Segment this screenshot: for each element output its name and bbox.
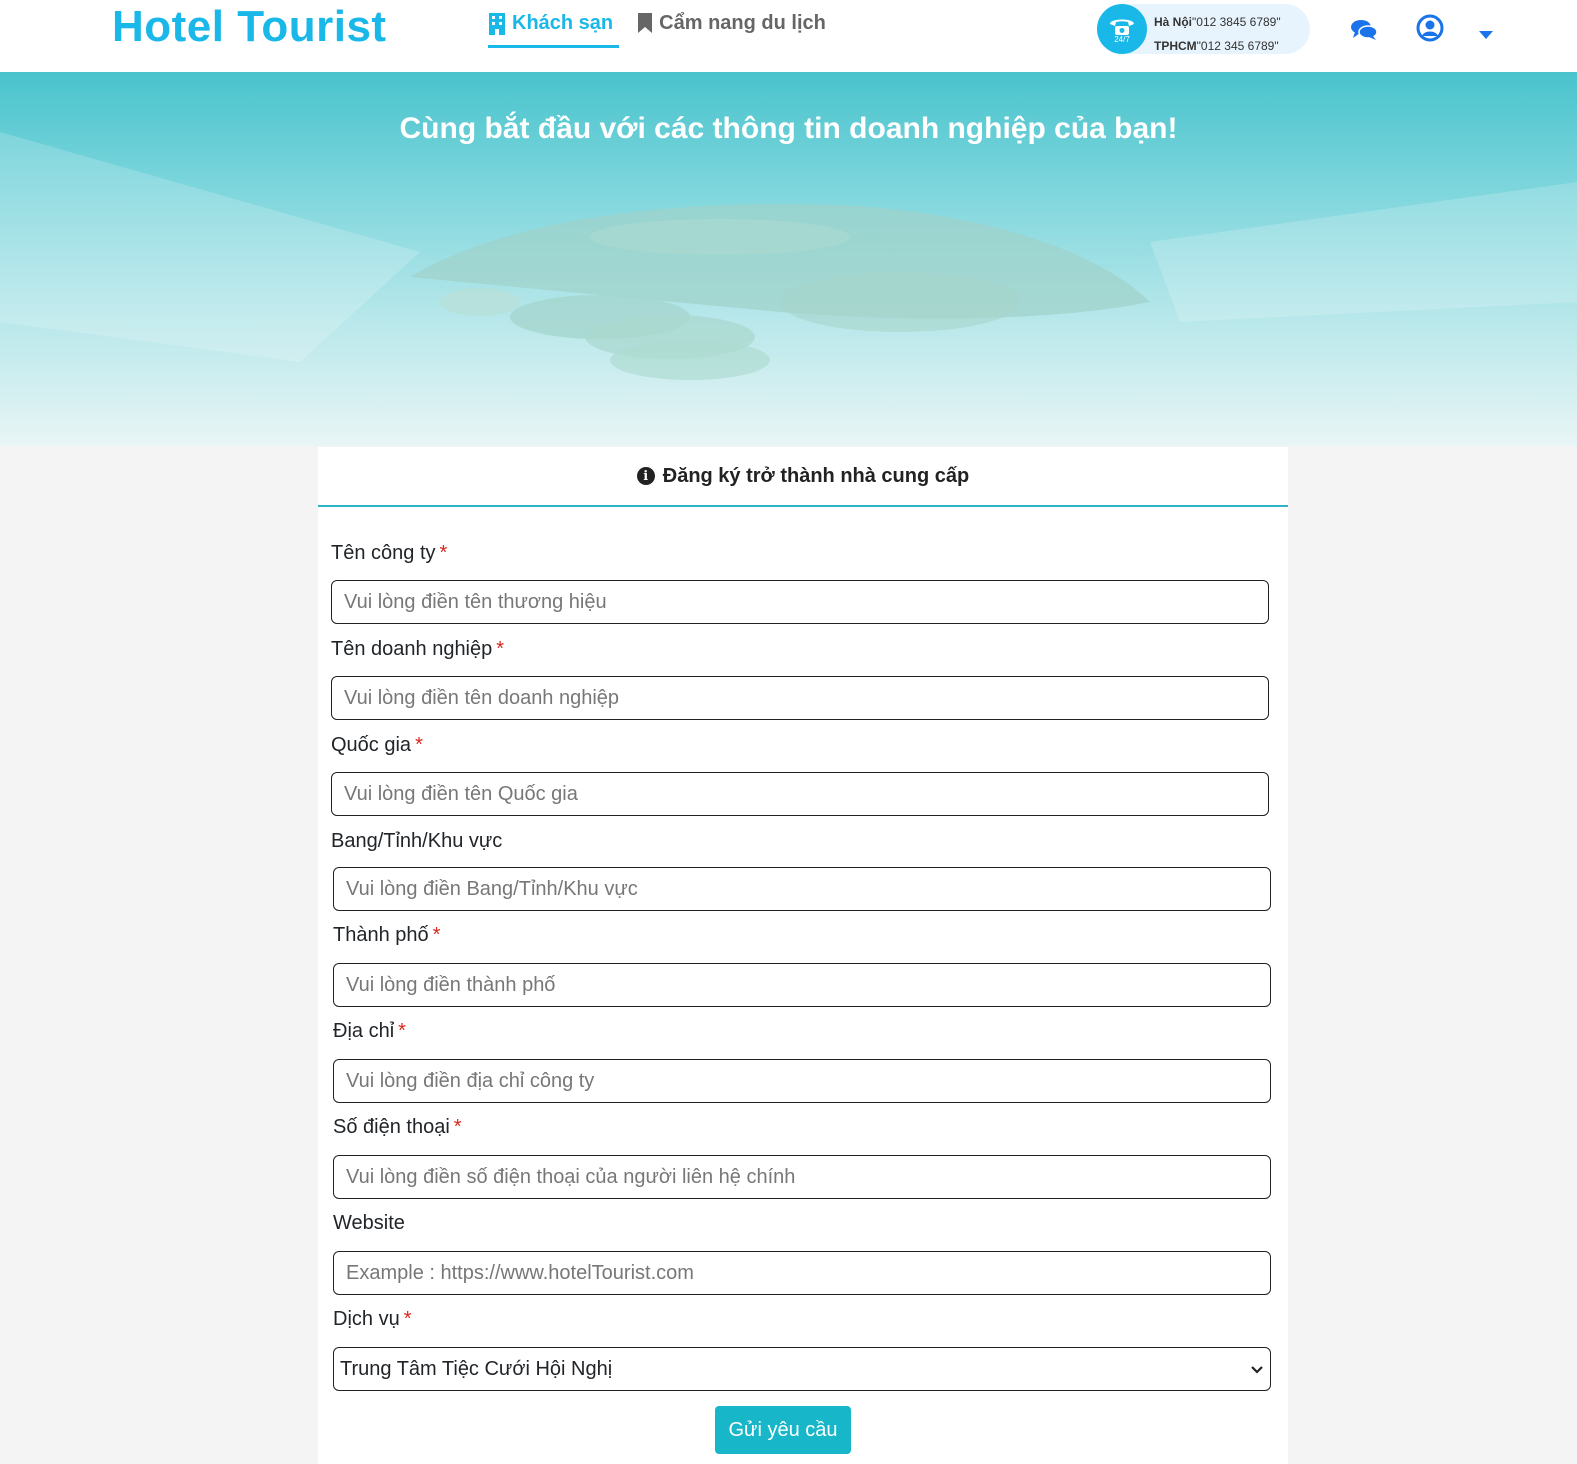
service-select[interactable]: Trung Tâm Tiệc Cưới Hội Nghị	[333, 1347, 1271, 1391]
required-mark: *	[439, 542, 448, 564]
hotline-numbers: Hà Nội"012 3845 6789" TPHCM"012 345 6789…	[1154, 10, 1281, 58]
banner-title: Cùng bắt đầu với các thông tin doanh ngh…	[399, 112, 1178, 145]
main-nav: Khách sạn Cẩm nang du lịch	[488, 0, 826, 72]
required-mark: *	[453, 1116, 462, 1138]
hero-banner: Cùng bắt đầu với các thông tin doanh ngh…	[0, 72, 1577, 446]
label-service: Dịch vụ *	[333, 1308, 412, 1331]
company-name-input[interactable]	[331, 580, 1269, 624]
form-title: Đăng ký trở thành nhà cung cấp	[662, 464, 970, 487]
label-text: Tên doanh nghiệp	[331, 638, 493, 660]
caret-down-icon[interactable]	[1478, 27, 1494, 45]
site-logo[interactable]: Hotel Tourist	[112, 2, 387, 52]
chevron-down-icon	[1250, 1358, 1264, 1381]
label-text: Tên công ty	[331, 542, 436, 564]
hotline-city-hanoi: Hà Nội	[1154, 15, 1193, 29]
label-website: Website	[333, 1212, 405, 1235]
phone-icon: 24/7	[1097, 4, 1147, 54]
service-selected-value: Trung Tâm Tiệc Cưới Hội Nghị	[340, 1357, 613, 1380]
card-header: i Đăng ký trở thành nhà cung cấp	[318, 447, 1288, 507]
required-mark: *	[403, 1308, 412, 1330]
required-mark: *	[496, 638, 505, 660]
nav-travel-guide-label: Cẩm nang du lịch	[659, 12, 826, 34]
site-header: Hotel Tourist Khách sạn Cẩm nang du lịch…	[0, 0, 1577, 72]
business-name-input[interactable]	[331, 676, 1269, 720]
label-text: Bang/Tỉnh/Khu vực	[331, 830, 503, 852]
label-country: Quốc gia *	[331, 734, 423, 757]
required-mark: *	[398, 1020, 406, 1042]
label-phone: Số điện thoại *	[333, 1116, 462, 1139]
phone-input[interactable]	[333, 1155, 1271, 1199]
hotline-city-hcm: TPHCM	[1154, 39, 1197, 53]
label-state: Bang/Tỉnh/Khu vực	[331, 830, 502, 853]
label-text: Website	[333, 1212, 405, 1234]
required-mark: *	[415, 734, 423, 756]
label-text: Thành phố	[333, 924, 429, 946]
chat-icon[interactable]	[1350, 18, 1378, 47]
hotline-box[interactable]: 24/7 Hà Nội"012 3845 6789" TPHCM"012 345…	[1097, 4, 1310, 54]
nav-travel-guide[interactable]: Cẩm nang du lịch	[637, 0, 826, 48]
label-company-name: Tên công ty *	[331, 542, 447, 565]
city-input[interactable]	[333, 963, 1271, 1007]
label-address: Địa chỉ *	[333, 1020, 406, 1043]
hotline-number-hcm: "012 345 6789"	[1196, 39, 1279, 53]
required-mark: *	[432, 924, 441, 946]
address-input[interactable]	[333, 1059, 1271, 1103]
state-input[interactable]	[333, 867, 1271, 911]
bookmark-icon	[637, 12, 653, 40]
label-text: Dịch vụ	[333, 1308, 400, 1330]
info-icon: i	[636, 467, 655, 485]
user-icon[interactable]	[1416, 14, 1444, 47]
nav-hotels[interactable]: Khách sạn	[488, 0, 620, 48]
label-text: Số điện thoại	[333, 1116, 450, 1138]
label-city: Thành phố *	[333, 924, 440, 947]
nav-hotels-label: Khách sạn	[512, 12, 614, 34]
hotline-number-hanoi: "012 3845 6789"	[1192, 15, 1281, 29]
submit-button[interactable]: Gửi yêu cầu	[715, 1406, 851, 1454]
building-icon	[488, 12, 506, 42]
website-input[interactable]	[333, 1251, 1271, 1295]
label-business-name: Tên doanh nghiệp *	[331, 638, 504, 661]
label-text: Địa chỉ	[333, 1020, 395, 1042]
country-input[interactable]	[331, 772, 1269, 816]
hotline-badge: 24/7	[1114, 34, 1130, 44]
label-text: Quốc gia	[331, 734, 412, 756]
